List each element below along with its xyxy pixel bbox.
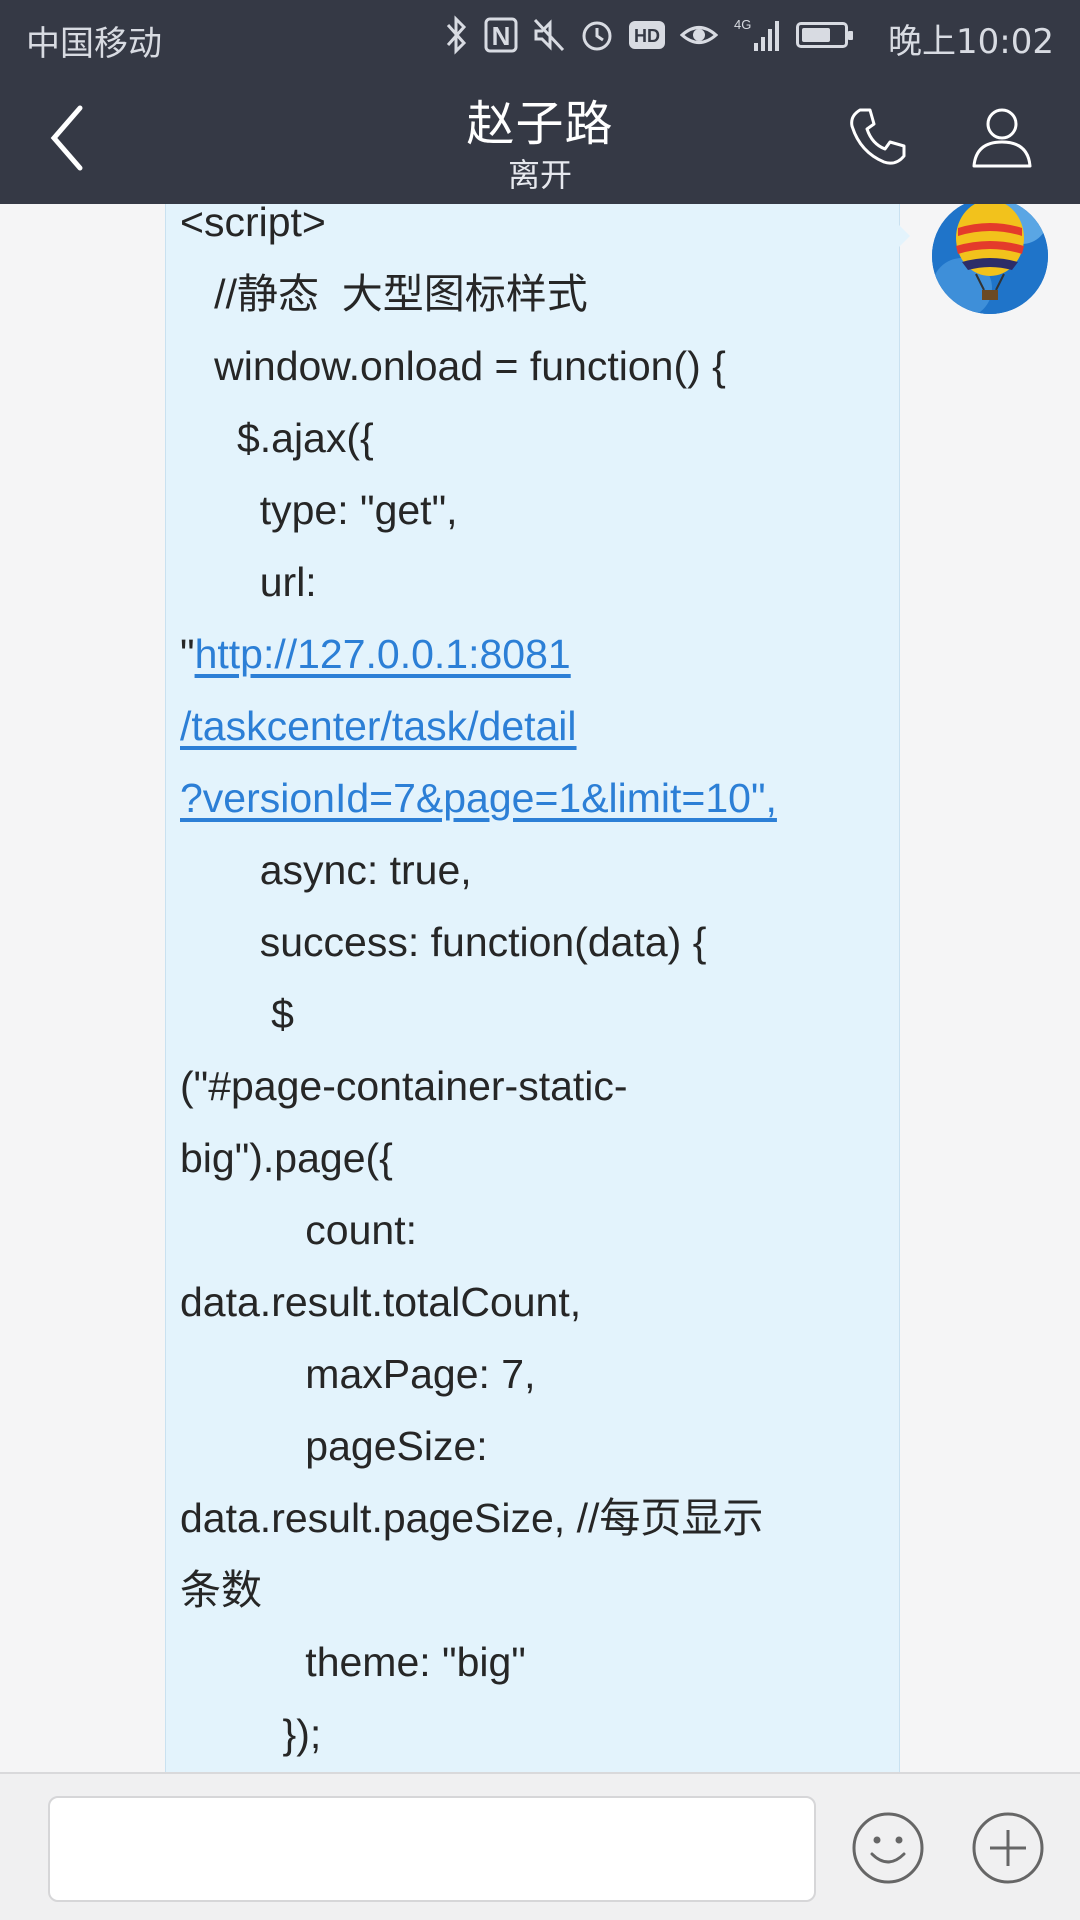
code-line: async: true, (180, 847, 472, 893)
page-title: 赵子路 (466, 96, 614, 152)
message-input[interactable] (48, 1796, 816, 1902)
app-header: 中国移动 N HD 4G 晚上10:02 赵子路 离开 (0, 0, 1080, 204)
avatar[interactable] (932, 204, 1048, 314)
smiley-icon (852, 1812, 924, 1884)
quote-char: " (180, 631, 195, 677)
code-line: <script> (180, 204, 326, 245)
code-line: count: (180, 1207, 417, 1253)
status-bar: 中国移动 N HD 4G 晚上10:02 (0, 0, 1080, 74)
code-line: url: (180, 559, 317, 605)
code-line: ("#page-container-static- (180, 1063, 628, 1109)
phone-icon (850, 108, 906, 165)
svg-text:N: N (492, 21, 511, 51)
hot-air-balloon-icon (932, 204, 1048, 314)
hd-icon: HD (628, 14, 666, 56)
code-line: data.result.pageSize, //每页显示 (180, 1495, 764, 1541)
profile-button[interactable] (970, 104, 1034, 168)
message-text: <script> //静态 大型图标样式 window.onload = fun… (180, 204, 880, 1770)
battery-icon (796, 14, 853, 56)
code-line: success: function(data) { (180, 919, 707, 965)
more-button[interactable] (970, 1810, 1046, 1886)
code-line: data.result.totalCount, (180, 1279, 582, 1325)
plus-icon (972, 1812, 1044, 1884)
code-line: $ (180, 991, 294, 1037)
status-icons: N HD 4G (444, 14, 853, 56)
code-line: big").page({ (180, 1135, 393, 1181)
code-line: $.ajax({ (180, 415, 374, 461)
bluetooth-icon (444, 14, 470, 56)
svg-text:4G: 4G (734, 17, 751, 32)
input-bar (0, 1772, 1080, 1920)
code-line: window.onload = function() { (180, 343, 726, 389)
code-line: //静态 大型图标样式 (180, 271, 588, 317)
call-button[interactable] (846, 104, 910, 168)
url-link[interactable]: ?versionId=7&page=1&limit=10", (180, 775, 777, 821)
bubble-tail (898, 224, 910, 248)
clock: 晚上10:02 (888, 22, 1054, 62)
nfc-icon: N (484, 14, 518, 56)
emoji-button[interactable] (850, 1810, 926, 1886)
code-line: pageSize: (180, 1423, 488, 1469)
contact-status: 离开 (507, 156, 572, 194)
code-line-url: "http://127.0.0.1:8081 (180, 618, 880, 690)
code-line: 条数 (180, 1567, 262, 1613)
code-line: type: "get", (180, 487, 458, 533)
mute-icon (532, 14, 566, 56)
svg-text:HD: HD (634, 26, 660, 46)
carrier-label: 中国移动 (26, 24, 162, 64)
code-line-url: /taskcenter/task/detail (180, 690, 880, 762)
url-link[interactable]: http://127.0.0.1:8081 (195, 631, 571, 677)
code-line-url: ?versionId=7&page=1&limit=10", (180, 762, 880, 834)
alarm-icon (580, 14, 614, 56)
url-link[interactable]: /taskcenter/task/detail (180, 703, 577, 749)
signal-icon: 4G (732, 14, 782, 56)
eye-icon (680, 14, 718, 56)
user-icon (972, 108, 1032, 168)
code-line: }); (180, 1711, 322, 1757)
code-line: theme: "big" (180, 1639, 526, 1685)
code-line: maxPage: 7, (180, 1351, 536, 1397)
chat-area[interactable]: <script> //静态 大型图标样式 window.onload = fun… (0, 204, 1080, 1772)
